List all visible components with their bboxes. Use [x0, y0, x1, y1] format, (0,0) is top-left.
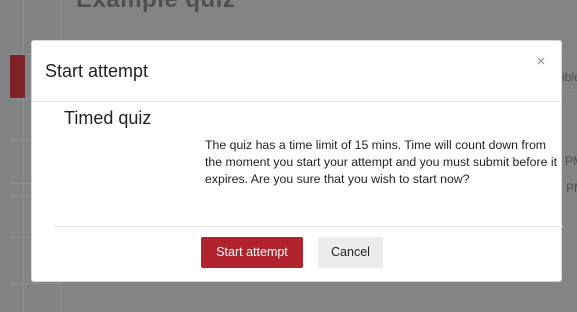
- background-text: ible: [562, 70, 577, 84]
- sidebar-active-indicator: [10, 54, 25, 98]
- background-text: PM: [565, 154, 577, 168]
- quiz-heading: Timed quiz: [64, 108, 152, 128]
- start-attempt-button[interactable]: Start attempt: [201, 237, 303, 268]
- background-divider: [562, 94, 577, 95]
- background-text: PM: [566, 181, 577, 195]
- cancel-button[interactable]: Cancel: [318, 237, 383, 268]
- background-divider: [562, 52, 577, 53]
- page-title: Example quiz: [76, 0, 235, 14]
- close-icon[interactable]: ×: [533, 54, 549, 70]
- time-limit-message: The quiz has a time limit of 15 mins. Ti…: [205, 138, 557, 187]
- dialog-header: Start attempt ×: [32, 41, 561, 102]
- dialog-title: Start attempt: [45, 61, 149, 81]
- dialog-footer-divider: [54, 226, 563, 227]
- sidebar-edge: [0, 0, 24, 312]
- start-attempt-dialog: Start attempt × Timed quiz The quiz has …: [31, 40, 563, 282]
- sidebar-divider: [10, 283, 60, 284]
